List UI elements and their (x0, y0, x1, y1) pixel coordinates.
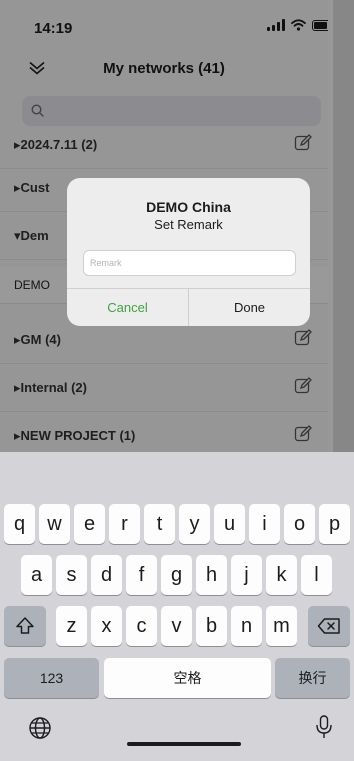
microphone-icon[interactable] (314, 714, 334, 740)
key-y[interactable]: y (179, 504, 210, 544)
key-f[interactable]: f (126, 555, 157, 595)
key-c[interactable]: c (126, 606, 157, 646)
key-r[interactable]: r (109, 504, 140, 544)
return-key[interactable]: 换行 (275, 658, 350, 698)
phone-screen: 14:19 My networks (41) ▸2024.7.11 (2) ▸C… (0, 0, 354, 761)
set-remark-dialog: DEMO China Set Remark Cancel Done (67, 178, 310, 326)
keyboard: q w e r t y u i o p a s d f g h j k l z … (0, 452, 354, 761)
key-b[interactable]: b (196, 606, 227, 646)
remark-input[interactable] (83, 250, 296, 276)
dialog-message: Set Remark (154, 217, 223, 232)
key-a[interactable]: a (21, 555, 52, 595)
cancel-button[interactable]: Cancel (67, 289, 189, 326)
key-z[interactable]: z (56, 606, 87, 646)
shift-key[interactable] (4, 606, 46, 646)
key-o[interactable]: o (284, 504, 315, 544)
key-e[interactable]: e (74, 504, 105, 544)
dialog-title: DEMO China (146, 199, 231, 215)
home-indicator (127, 742, 241, 746)
key-p[interactable]: p (319, 504, 350, 544)
key-m[interactable]: m (266, 606, 297, 646)
dialog-buttons: Cancel Done (67, 288, 310, 326)
key-w[interactable]: w (39, 504, 70, 544)
key-s[interactable]: s (56, 555, 87, 595)
key-v[interactable]: v (161, 606, 192, 646)
done-button[interactable]: Done (189, 289, 310, 326)
space-key[interactable]: 空格 (104, 658, 271, 698)
key-l[interactable]: l (301, 555, 332, 595)
key-u[interactable]: u (214, 504, 245, 544)
key-j[interactable]: j (231, 555, 262, 595)
key-g[interactable]: g (161, 555, 192, 595)
key-n[interactable]: n (231, 606, 262, 646)
backspace-icon (317, 618, 340, 634)
key-d[interactable]: d (91, 555, 122, 595)
key-t[interactable]: t (144, 504, 175, 544)
key-i[interactable]: i (249, 504, 280, 544)
shift-icon (16, 617, 34, 634)
key-k[interactable]: k (266, 555, 297, 595)
backspace-key[interactable] (308, 606, 350, 646)
key-x[interactable]: x (91, 606, 122, 646)
numbers-key[interactable]: 123 (4, 658, 99, 698)
key-h[interactable]: h (196, 555, 227, 595)
globe-icon[interactable] (28, 716, 52, 740)
key-q[interactable]: q (4, 504, 35, 544)
